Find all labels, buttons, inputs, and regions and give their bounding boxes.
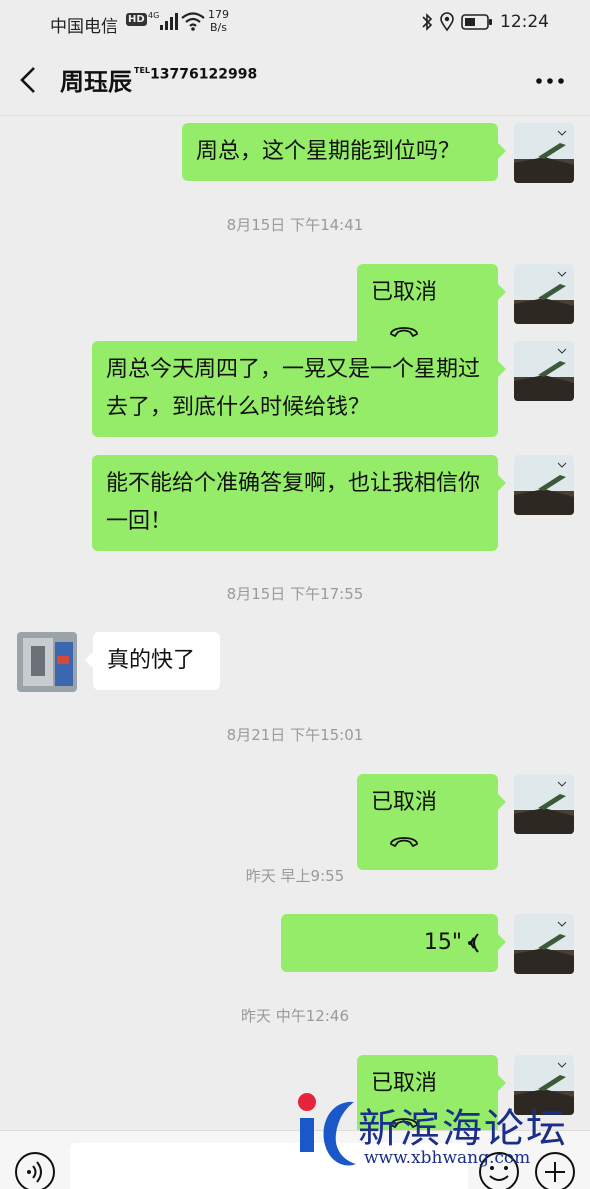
voice-message-bubble[interactable]: 15" (281, 914, 506, 972)
clock: 12:24 (500, 12, 549, 32)
timestamp: 8月21日 下午15:01 (226, 726, 364, 744)
contact-name: 周珏辰 (60, 68, 132, 96)
chat-header: 周珏辰 TEL13776122998 (0, 44, 590, 116)
message-text: 周总今天周四了，一晃又是一个星期过去了，到底什么时候给钱？ (106, 357, 481, 420)
voice-duration: 15" (423, 930, 462, 955)
network-speed: 179 B/s (208, 8, 229, 34)
back-arrow-icon[interactable] (14, 64, 44, 96)
message-bubble[interactable]: 真的快了 (85, 632, 220, 690)
forum-name: 新滨海论坛 (358, 1106, 568, 1152)
call-status-text: 已取消 (371, 280, 438, 305)
my-avatar[interactable] (514, 123, 574, 183)
my-avatar[interactable] (514, 264, 574, 324)
contact-avatar[interactable] (17, 632, 77, 692)
voice-input-icon[interactable] (14, 1151, 56, 1189)
message-bubble[interactable]: 周总，这个星期能到位吗？ (182, 123, 506, 181)
timestamp: 昨天 早上9:55 (245, 867, 345, 885)
phone-hangup-icon (390, 327, 418, 338)
carrier-label: 中国电信 (50, 17, 118, 37)
call-bubble[interactable]: 已取消 (357, 774, 506, 870)
timestamp: 8月15日 下午14:41 (226, 216, 364, 234)
network-type-label: 4G (148, 11, 159, 20)
phone-hangup-icon (390, 837, 418, 848)
message-text: 真的快了 (107, 648, 196, 673)
wifi-icon (181, 12, 205, 31)
more-options-icon[interactable] (530, 66, 570, 96)
timestamp: 8月15日 下午17:55 (226, 585, 364, 603)
my-avatar[interactable] (514, 774, 574, 834)
location-icon (440, 12, 454, 32)
forum-url: www.xbhwang.com (364, 1148, 531, 1168)
message-bubble[interactable]: 周总今天周四了，一晃又是一个星期过去了，到底什么时候给钱？ (92, 341, 506, 437)
speed-unit: B/s (210, 21, 227, 34)
cell-signal-icon: 4G (148, 11, 178, 30)
forum-logo-icon (298, 1093, 356, 1166)
message-text: 周总，这个星期能到位吗？ (196, 139, 461, 164)
message-text: 能不能给个准确答复啊，也让我相信你一回！ (106, 471, 481, 534)
timestamp: 昨天 中午12:46 (241, 1007, 349, 1025)
call-status-text: 已取消 (371, 790, 438, 815)
bluetooth-icon (422, 13, 433, 31)
battery-icon (461, 14, 492, 30)
forum-watermark: 新滨海论坛 www.xbhwang.com (292, 1090, 590, 1180)
my-avatar[interactable] (514, 341, 574, 401)
my-avatar[interactable] (514, 455, 574, 515)
tel-prefix: TEL (134, 66, 151, 75)
contact-phone: TEL13776122998 (134, 66, 257, 83)
message-list[interactable]: 周总，这个星期能到位吗？ 8月15日 下午14:41 已取消 周总今天周四了，一… (0, 117, 590, 1130)
hd-badge: HD (126, 13, 147, 26)
voice-wave-icon (468, 933, 479, 953)
message-bubble[interactable]: 能不能给个准确答复啊，也让我相信你一回！ (92, 455, 506, 551)
status-bar: 中国电信 HD 4G 179 B/s 12:24 (0, 0, 590, 44)
tel-number: 13776122998 (150, 66, 258, 83)
speed-value: 179 (208, 8, 229, 21)
my-avatar[interactable] (514, 914, 574, 974)
